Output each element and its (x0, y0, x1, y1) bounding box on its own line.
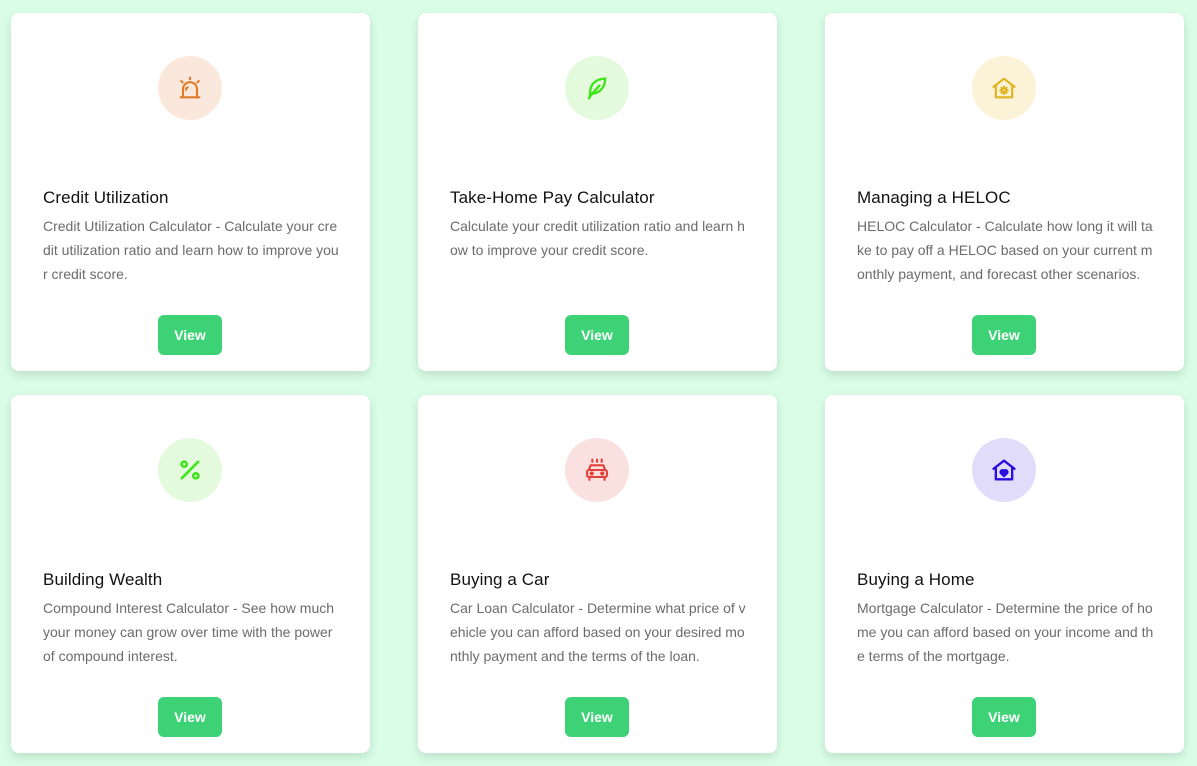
card-description: Credit Utilization Calculator - Calculat… (43, 218, 339, 282)
alarm-siren-icon (179, 76, 201, 99)
view-button[interactable]: View (972, 697, 1036, 737)
card-managing-heloc: Managing a HELOC HELOC Calculator - Calc… (825, 13, 1184, 371)
card-description: Compound Interest Calculator - See how m… (43, 600, 335, 664)
view-button[interactable]: View (565, 697, 629, 737)
card-take-home-pay: Take-Home Pay Calculator Calculate your … (418, 13, 777, 371)
view-button[interactable]: View (565, 315, 629, 355)
card-title: Credit Utilization (43, 188, 169, 207)
icon-circle (158, 56, 222, 120)
card-credit-utilization: Credit Utilization Credit Utilization Ca… (11, 13, 370, 371)
card-title: Managing a HELOC (857, 188, 1011, 207)
card-title: Building Wealth (43, 570, 163, 589)
car-icon (586, 458, 608, 481)
icon-circle (972, 56, 1036, 120)
card-description: Mortgage Calculator - Determine the pric… (857, 600, 1154, 664)
card-description: Calculate your credit utilization ratio … (450, 218, 745, 258)
card-title: Take-Home Pay Calculator (450, 188, 655, 207)
view-button[interactable]: View (158, 315, 222, 355)
home-heart-icon (992, 459, 1016, 481)
icon-circle (565, 438, 629, 502)
calculator-grid: Credit Utilization Credit Utilization Ca… (11, 13, 1184, 753)
card-building-wealth: Building Wealth Compound Interest Calcul… (11, 395, 370, 753)
icon-circle (158, 438, 222, 502)
card-title: Buying a Home (857, 570, 975, 589)
view-button[interactable]: View (158, 697, 222, 737)
feather-icon (587, 77, 607, 100)
card-description: HELOC Calculator - Calculate how long it… (857, 218, 1153, 282)
icon-circle (972, 438, 1036, 502)
card-buying-home: Buying a Home Mortgage Calculator - Dete… (825, 395, 1184, 753)
card-title: Buying a Car (450, 570, 550, 589)
card-buying-car: Buying a Car Car Loan Calculator - Deter… (418, 395, 777, 753)
card-description: Car Loan Calculator - Determine what pri… (450, 600, 746, 664)
icon-circle (565, 56, 629, 120)
percent-icon (180, 460, 200, 480)
home-gear-icon (992, 77, 1016, 99)
view-button[interactable]: View (972, 315, 1036, 355)
